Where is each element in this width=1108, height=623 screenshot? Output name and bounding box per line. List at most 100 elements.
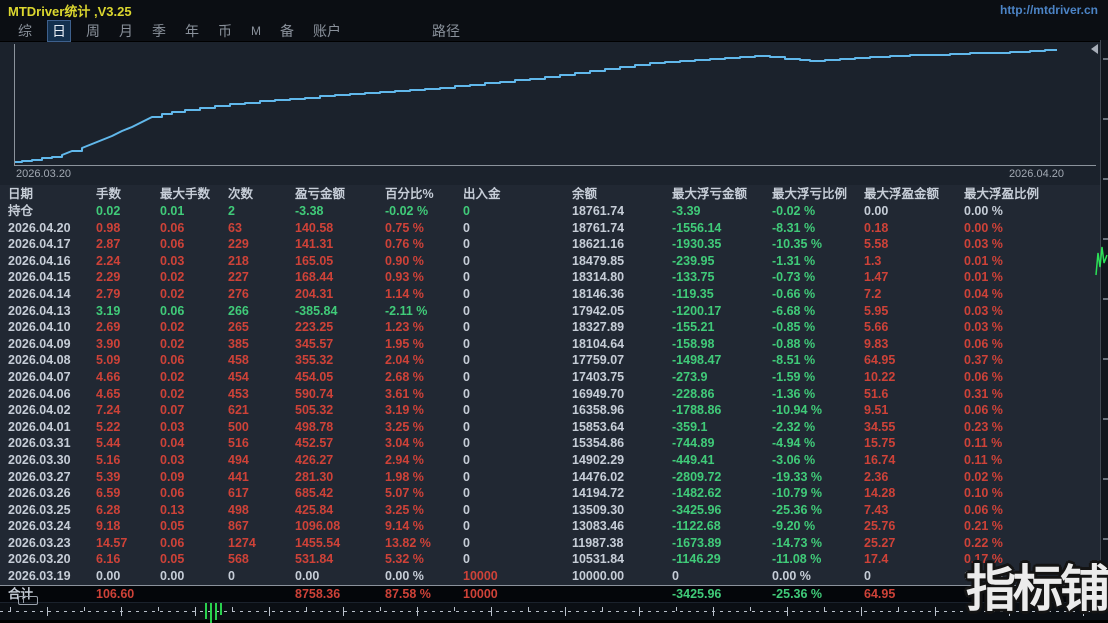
table-row: 2026.04.20 0.98 0.06 63 140.58 0.75 % 0 18761.7… [0, 220, 1100, 237]
cell-max-float-profit: 5.66 [864, 320, 889, 335]
cell-max-float-loss: -2809.72 [672, 469, 722, 484]
cell-cash-flow: 0 [463, 469, 470, 484]
cell-max-float-loss: -3425.96 [672, 502, 722, 517]
menu-item-11[interactable]: 路径 [428, 20, 464, 42]
table-row: 2026.04.16 2.24 0.03 218 165.05 0.90 % 0 18479.… [0, 253, 1100, 270]
cell-pnl: 498.78 [295, 419, 334, 434]
cell-lots: 6.28 [96, 502, 121, 517]
column-header-max-float-loss-pct: 最大浮亏比例 [772, 187, 848, 201]
cell-date: 2026.04.20 [8, 220, 71, 235]
cell-lots: 5.44 [96, 436, 121, 451]
cell-max-float-loss: -228.86 [672, 386, 715, 401]
cell-balance: 18146.36 [572, 286, 625, 301]
cell-max-float-profit-pct: 0.03 % [964, 320, 1003, 335]
subwindow-icon[interactable] [18, 596, 38, 605]
time-tick [84, 607, 85, 611]
time-tick [602, 607, 603, 611]
cell-max-float-loss-pct: -0.88 % [772, 336, 816, 351]
table-row: 2026.03.30 5.16 0.03 494 426.27 2.94 % 0 14902.… [0, 452, 1100, 469]
cell-max-float-loss-pct: -8.51 % [772, 353, 816, 368]
cell-max-float-loss: -239.95 [672, 253, 715, 268]
cell-max-float-profit-pct: 0.21 % [964, 519, 1003, 534]
cell-lots: 106.60 [96, 586, 135, 601]
cell-max-float-profit-pct: 0.03 % [964, 303, 1003, 318]
cell-lots: 2.29 [96, 270, 121, 285]
cell-count: 276 [228, 286, 249, 301]
table-header-row: 日期 手数 最大手数 次数 盈亏金额 百分比% 出入金 余额 最大浮亏金额 最大浮亏比例 最大浮盈金… [0, 185, 1100, 203]
cell-count: 385 [228, 336, 249, 351]
menu-item-5[interactable]: 季 [148, 20, 170, 42]
cell-count: 0 [228, 569, 235, 584]
cell-count: 500 [228, 419, 249, 434]
cell-max-float-loss: -155.21 [672, 320, 715, 335]
cell-balance: 16358.96 [572, 403, 625, 418]
cell-pct: -2.11 % [385, 303, 428, 318]
menu-item-6[interactable]: 年 [181, 20, 203, 42]
price-tick [1103, 418, 1108, 420]
cell-max-float-profit-pct: 0.01 % [964, 270, 1003, 285]
cell-lots: 9.18 [96, 519, 121, 534]
cell-cash-flow: 0 [463, 535, 470, 550]
menu-item-8[interactable]: M [247, 23, 265, 39]
cell-balance: 14902.29 [572, 452, 625, 467]
cell-date: 2026.03.19 [8, 569, 71, 584]
table-row: 持仓 0.02 0.01 2 -3.38 -0.02 % 0 18761.74 -3.39 -0.… [0, 203, 1100, 220]
cell-max-float-loss-pct: -25.36 % [772, 586, 823, 601]
menu-item-3[interactable]: 周 [82, 20, 104, 42]
cell-max-float-loss-pct: -14.73 % [772, 535, 823, 550]
cell-count: 458 [228, 353, 249, 368]
cell-pct: 9.14 % [385, 519, 424, 534]
cell-max-float-profit-pct: 0.11 % [964, 436, 1003, 451]
cell-count: 568 [228, 552, 249, 567]
menu-item-4[interactable]: 月 [115, 20, 137, 42]
cell-date: 2026.04.16 [8, 253, 71, 268]
cell-max-lots: 0.01 [160, 204, 185, 218]
price-tick [1103, 178, 1108, 180]
cell-pct: 2.04 % [385, 353, 424, 368]
cell-pct: 0.90 % [385, 253, 424, 268]
website-link[interactable]: http://mtdriver.cn [1000, 3, 1098, 17]
cell-max-float-profit-pct: 0.11 % [964, 452, 1003, 467]
cell-max-float-loss: -3425.96 [672, 586, 722, 601]
time-tick [158, 607, 159, 611]
cell-max-float-loss-pct: -25.36 % [772, 502, 823, 517]
cell-lots: 6.16 [96, 552, 121, 567]
cell-max-float-loss-pct: -1.31 % [772, 253, 816, 268]
cell-max-lots: 0.03 [160, 452, 185, 467]
cell-cash-flow: 0 [463, 502, 470, 517]
cell-lots: 7.24 [96, 403, 121, 418]
cell-pnl: 1455.54 [295, 535, 341, 550]
column-header-max-float-profit-pct: 最大浮盈比例 [964, 187, 1040, 201]
menu-item-2[interactable]: 日 [47, 19, 71, 42]
time-tick [417, 607, 418, 616]
cell-max-float-loss: -744.89 [672, 436, 715, 451]
cell-pct: 0.76 % [385, 237, 424, 252]
menu-item-1[interactable]: 综 [14, 20, 36, 42]
cell-cash-flow: 0 [463, 486, 470, 501]
cell-max-float-profit: 7.2 [864, 286, 882, 301]
cell-balance: 13509.30 [572, 502, 625, 517]
cell-pct: 5.07 % [385, 486, 424, 501]
cell-balance: 18314.80 [572, 270, 625, 285]
cell-pnl: 531.84 [295, 552, 334, 567]
cell-date: 2026.03.26 [8, 486, 71, 501]
table-row: 2026.04.07 4.66 0.02 454 454.05 2.68 % 0 17403.… [0, 369, 1100, 386]
menu-item-9[interactable]: 备 [276, 20, 298, 42]
cell-max-float-loss: -449.41 [672, 452, 715, 467]
time-tick [454, 607, 455, 611]
cell-date: 2026.04.10 [8, 320, 71, 335]
cell-balance: 10531.84 [572, 552, 625, 567]
time-axis-strip [0, 603, 1108, 623]
menu-item-10[interactable]: 账户 [309, 20, 345, 42]
table-row: 2026.03.20 6.16 0.05 568 531.84 5.32 % 0 10531.… [0, 551, 1100, 568]
cell-balance: 17942.05 [572, 303, 625, 318]
cell-cash-flow: 0 [463, 320, 470, 335]
cell-max-float-loss-pct: -0.02 % [772, 204, 816, 218]
menu-item-7[interactable]: 币 [214, 20, 236, 42]
cell-max-float-loss-pct: -10.94 % [772, 403, 823, 418]
cell-max-float-profit: 17.4 [864, 552, 889, 567]
cell-lots: 2.79 [96, 286, 121, 301]
cell-lots: 5.16 [96, 452, 121, 467]
cell-cash-flow: 0 [463, 419, 470, 434]
cell-max-lots: 0.00 [160, 569, 185, 584]
